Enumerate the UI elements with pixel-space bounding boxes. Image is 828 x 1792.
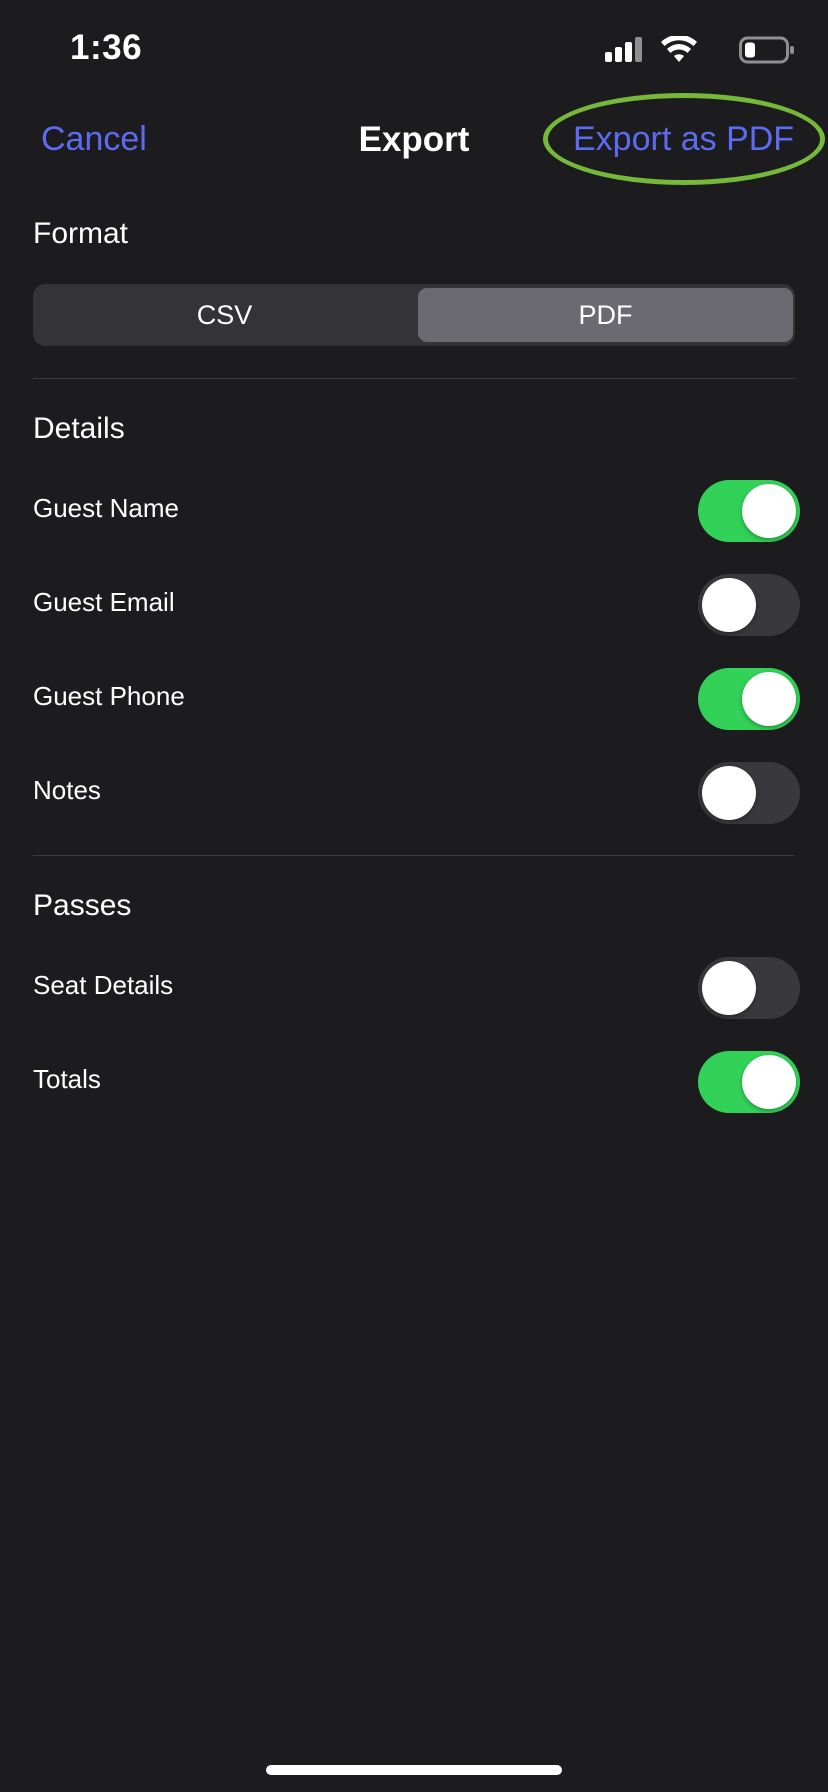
setting-row-guest-phone: Guest Phone bbox=[0, 663, 828, 733]
guest-email-toggle[interactable] bbox=[698, 574, 800, 636]
setting-label: Notes bbox=[33, 775, 101, 805]
format-option-pdf[interactable]: PDF bbox=[418, 288, 793, 342]
cancel-button[interactable]: Cancel bbox=[41, 120, 147, 159]
setting-label: Seat Details bbox=[33, 970, 174, 1000]
seat-details-toggle[interactable] bbox=[698, 957, 800, 1019]
setting-row-notes: Notes bbox=[0, 757, 828, 827]
setting-label: Guest Name bbox=[33, 493, 179, 523]
totals-toggle[interactable] bbox=[698, 1051, 800, 1113]
divider bbox=[33, 378, 795, 379]
passes-section-title: Passes bbox=[33, 889, 132, 922]
guest-name-toggle[interactable] bbox=[698, 480, 800, 542]
setting-row-guest-email: Guest Email bbox=[0, 569, 828, 639]
toggle-knob bbox=[702, 578, 756, 632]
toggle-knob bbox=[702, 766, 756, 820]
home-indicator[interactable] bbox=[266, 1765, 562, 1775]
divider bbox=[33, 855, 795, 856]
guest-phone-toggle[interactable] bbox=[698, 668, 800, 730]
export-as-pdf-button[interactable]: Export as PDF bbox=[573, 120, 794, 159]
format-segmented-control: CSV PDF bbox=[33, 284, 795, 346]
format-option-csv[interactable]: CSV bbox=[37, 288, 412, 342]
wifi-icon bbox=[661, 36, 697, 62]
status-time: 1:36 bbox=[70, 28, 143, 67]
format-section-title: Format bbox=[33, 217, 129, 250]
cellular-signal-icon bbox=[605, 37, 642, 62]
toggle-knob bbox=[702, 961, 756, 1015]
battery-icon bbox=[739, 36, 794, 64]
setting-row-guest-name: Guest Name bbox=[0, 475, 828, 545]
setting-row-seat-details: Seat Details bbox=[0, 952, 828, 1022]
toggle-knob bbox=[742, 672, 796, 726]
status-bar: 1:36 bbox=[0, 0, 828, 100]
setting-label: Totals bbox=[33, 1064, 101, 1094]
notes-toggle[interactable] bbox=[698, 762, 800, 824]
setting-row-totals: Totals bbox=[0, 1046, 828, 1116]
toggle-knob bbox=[742, 1055, 796, 1109]
setting-label: Guest Email bbox=[33, 587, 175, 617]
toggle-knob bbox=[742, 484, 796, 538]
setting-label: Guest Phone bbox=[33, 681, 185, 711]
details-section-title: Details bbox=[33, 412, 125, 445]
